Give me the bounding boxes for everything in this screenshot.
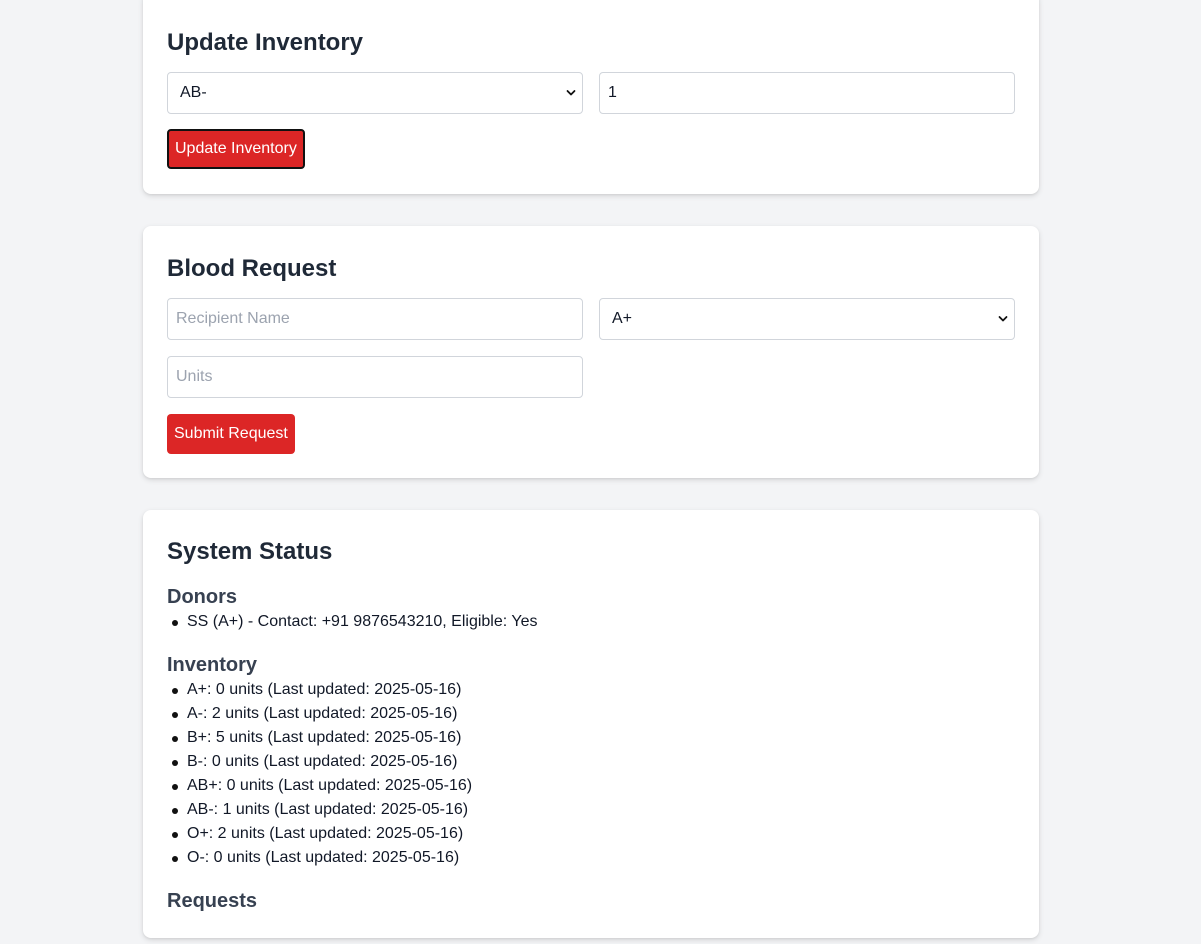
- list-item: B-: 0 units (Last updated: 2025-05-16): [171, 750, 472, 774]
- chevron-down-icon: [566, 90, 576, 96]
- list-item: AB-: 1 units (Last updated: 2025-05-16): [171, 798, 472, 822]
- update-inventory-card: Update Inventory AB- 1 Update Inventory: [143, 0, 1039, 194]
- requests-heading: Requests: [167, 890, 258, 912]
- list-item: SS (A+) - Contact: +91 9876543210, Eligi…: [171, 610, 537, 634]
- update-inventory-button[interactable]: Update Inventory: [167, 129, 305, 169]
- blood-request-card: Blood Request Recipient Name A+ Units Su…: [143, 226, 1039, 478]
- request-units-placeholder: Units: [176, 368, 213, 385]
- request-units-input[interactable]: Units: [167, 356, 583, 398]
- update-inventory-title: Update Inventory: [167, 29, 364, 56]
- recipient-name-placeholder: Recipient Name: [176, 310, 290, 327]
- inventory-blood-type-select[interactable]: AB-: [167, 72, 583, 114]
- list-item: A-: 2 units (Last updated: 2025-05-16): [171, 702, 472, 726]
- donors-list: SS (A+) - Contact: +91 9876543210, Eligi…: [167, 610, 537, 634]
- system-status-card: System Status Donors SS (A+) - Contact: …: [143, 510, 1039, 938]
- inventory-list: A+: 0 units (Last updated: 2025-05-16) A…: [167, 678, 472, 870]
- list-item: AB+: 0 units (Last updated: 2025-05-16): [171, 774, 472, 798]
- submit-request-button[interactable]: Submit Request: [167, 414, 295, 454]
- list-item: O-: 0 units (Last updated: 2025-05-16): [171, 846, 472, 870]
- chevron-down-icon: [998, 316, 1008, 322]
- inventory-blood-type-value: AB-: [180, 84, 207, 101]
- inventory-heading: Inventory: [167, 654, 258, 676]
- inventory-units-value: 1: [608, 84, 617, 101]
- list-item: B+: 5 units (Last updated: 2025-05-16): [171, 726, 472, 750]
- inventory-units-input[interactable]: 1: [599, 72, 1015, 114]
- request-blood-type-select[interactable]: A+: [599, 298, 1015, 340]
- recipient-name-input[interactable]: Recipient Name: [167, 298, 583, 340]
- list-item: A+: 0 units (Last updated: 2025-05-16): [171, 678, 472, 702]
- blood-request-title: Blood Request: [167, 255, 337, 282]
- list-item: O+: 2 units (Last updated: 2025-05-16): [171, 822, 472, 846]
- system-status-title: System Status: [167, 538, 333, 565]
- donors-heading: Donors: [167, 586, 237, 608]
- request-blood-type-value: A+: [612, 310, 633, 327]
